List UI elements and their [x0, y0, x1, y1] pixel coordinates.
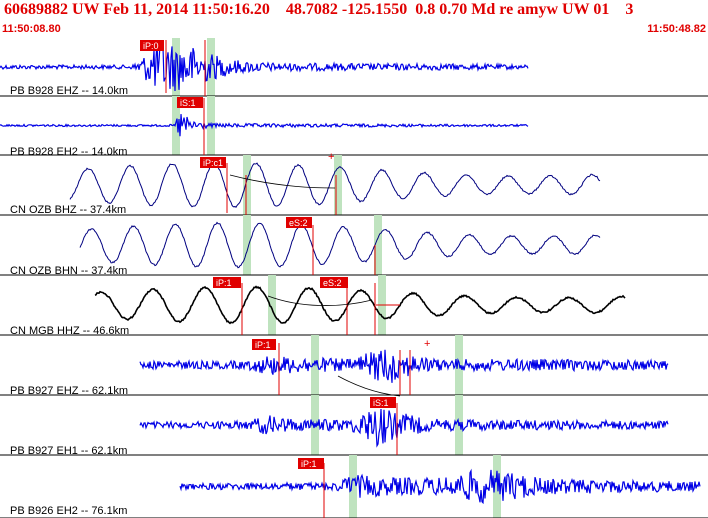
pick-window [243, 155, 251, 215]
phase-pick-label[interactable]: iS:1 [370, 397, 396, 408]
pick-label-text: iP:1 [216, 278, 232, 288]
seismogram-viewer: 60689882 UW Feb 11, 2014 11:50:16.20 48.… [0, 0, 708, 518]
pick-label-text: eS:2 [289, 218, 308, 228]
phase-pick-label[interactable]: iP:c1 [200, 157, 226, 168]
trace-panel[interactable]: iP:c1 + CN OZB BHZ -- 37.4km [0, 151, 708, 216]
waveform [0, 114, 529, 137]
pick-marker[interactable]: + [424, 338, 430, 350]
station-label: PB B927 EH1 -- 62.1km [10, 445, 127, 457]
waveform [139, 408, 669, 448]
phase-pick-label[interactable]: iP:1 [213, 277, 241, 288]
trace-panel[interactable]: iP:1 + PB B927 EHZ -- 62.1km [0, 335, 708, 397]
header-bar: 60689882 UW Feb 11, 2014 11:50:16.20 48.… [0, 0, 708, 38]
trace-panel[interactable]: iP:0 PB B928 EHZ -- 14.0km [0, 38, 708, 97]
pick-label-text: iP:0 [143, 41, 159, 51]
phase-pick-label[interactable]: iP:1 [298, 458, 324, 469]
pick-window [334, 155, 342, 215]
travel-time-curve [337, 375, 401, 397]
waveform [139, 349, 669, 383]
waveform [94, 285, 626, 325]
pick-marker[interactable]: + [328, 151, 334, 163]
station-label: CN MGB HHZ -- 46.6km [10, 325, 129, 337]
pick-window [243, 215, 251, 275]
pick-label-text: iS:1 [180, 98, 196, 108]
pick-label-text: eS:2 [323, 278, 342, 288]
event-title: 60689882 UW Feb 11, 2014 11:50:16.20 48.… [4, 1, 634, 18]
trace-panel[interactable]: iP:1 PB B926 EH2 -- 76.1km [0, 455, 708, 518]
trace-panel[interactable]: iS:1 PB B928 EH2 -- 14.0km [0, 96, 708, 158]
phase-pick-label[interactable]: eS:2 [286, 217, 312, 228]
end-time-label: 11:50:48.82 [647, 23, 706, 35]
phase-pick-label[interactable]: iP:1 [252, 339, 276, 350]
station-label: PB B928 EH2 -- 14.0km [10, 146, 127, 158]
pick-label-text: iP:c1 [203, 158, 223, 168]
phase-pick-label[interactable]: eS:2 [320, 277, 348, 288]
trace-panel[interactable]: iP:1 eS:2 CN MGB HHZ -- 46.6km [0, 275, 708, 337]
waveform [179, 468, 701, 505]
station-label: CN OZB BHZ -- 37.4km [10, 204, 126, 216]
waveform [79, 221, 601, 269]
station-label: PB B927 EHZ -- 62.1km [10, 385, 128, 397]
waveform [0, 40, 529, 92]
station-label: PB B926 EH2 -- 76.1km [10, 505, 127, 517]
start-time-label: 11:50:08.80 [2, 23, 61, 35]
trace-panels[interactable]: iP:0 PB B928 EHZ -- 14.0km iS:1 PB B928 EH2… [0, 38, 708, 518]
trace-panel[interactable]: eS:2 CN OZB BHN -- 37.4km [0, 215, 708, 277]
trace-panel[interactable]: iS:1 PB B927 EH1 -- 62.1km [0, 395, 708, 457]
station-label: CN OZB BHN -- 37.4km [10, 265, 127, 277]
phase-pick-label[interactable]: iS:1 [177, 97, 203, 108]
station-label: PB B928 EHZ -- 14.0km [10, 85, 128, 97]
pick-label-text: iP:1 [255, 340, 271, 350]
phase-pick-label[interactable]: iP:0 [140, 40, 164, 51]
pick-label-text: iP:1 [301, 459, 317, 469]
pick-label-text: iS:1 [373, 398, 389, 408]
